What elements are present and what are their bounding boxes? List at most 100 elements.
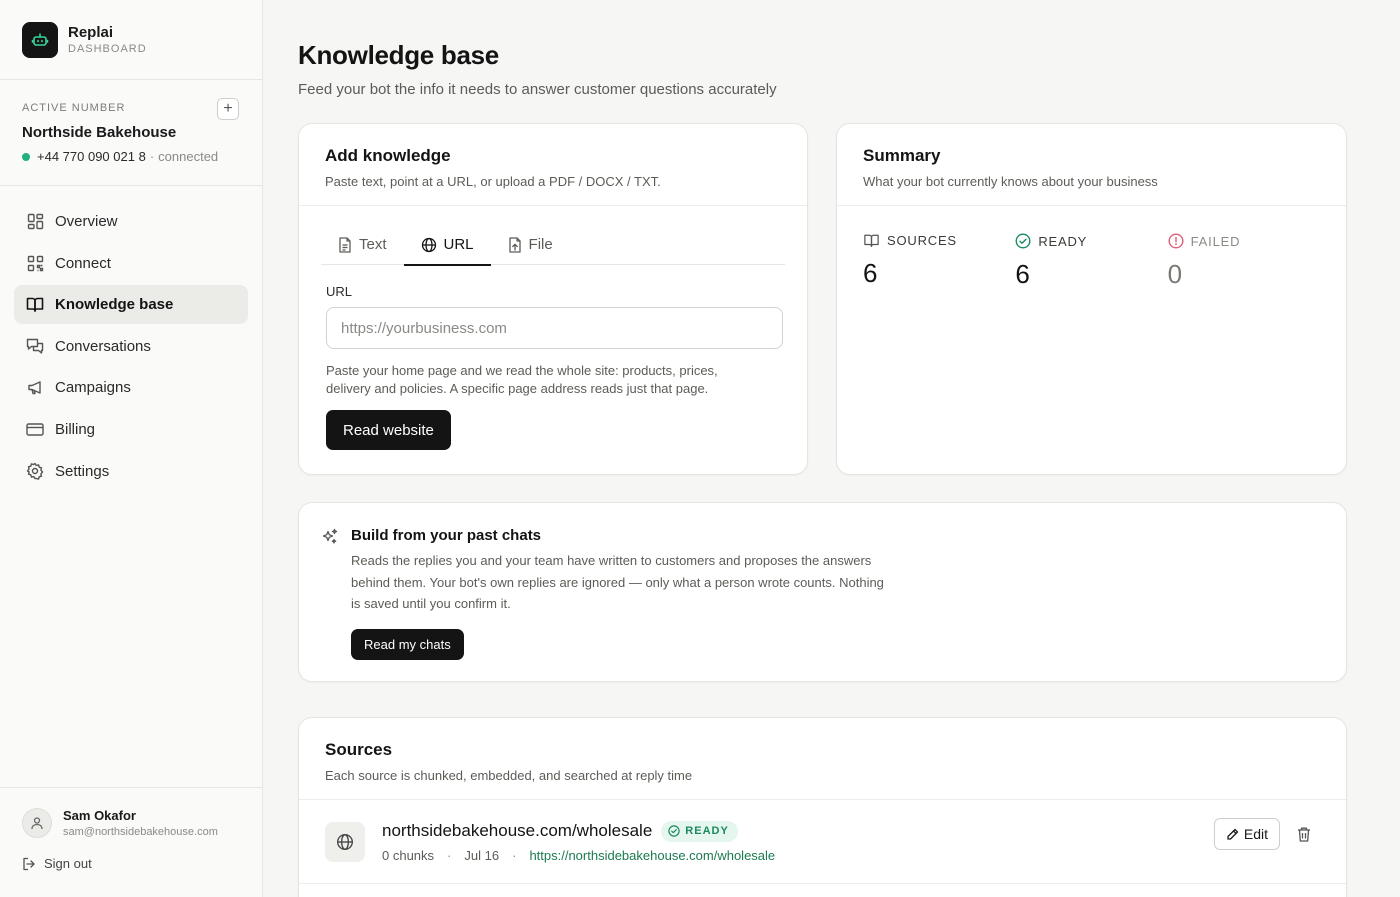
book-icon: [863, 233, 880, 248]
url-input[interactable]: [326, 307, 783, 349]
card-subtitle: What your bot currently knows about your…: [863, 174, 1158, 189]
card-icon: [26, 420, 44, 438]
summary-stats: SOURCES 6 READY 6 FAILED 0: [837, 206, 1346, 290]
globe-icon: [325, 821, 365, 862]
alert-circle-icon: [1168, 233, 1184, 249]
pencil-icon: [1226, 828, 1239, 841]
user-row: Sam Okafor sam@northsidebakehouse.com: [22, 808, 240, 838]
card-title: Summary: [863, 146, 941, 165]
past-chats-title: Build from your past chats: [351, 527, 542, 544]
sidebar-item-label: Knowledge base: [55, 296, 174, 314]
sign-out-label: Sign out: [44, 856, 92, 871]
stat-value: 0: [1167, 259, 1183, 289]
source-date: Jul 16: [464, 847, 500, 863]
add-knowledge-card: Add knowledge Paste text, point at a URL…: [298, 123, 808, 475]
stat-ready: READY 6: [1015, 233, 1167, 290]
stat-label: FAILED: [1190, 233, 1241, 249]
past-chats-description: Reads the replies you and your team have…: [351, 553, 884, 611]
separator: ·: [447, 847, 452, 863]
business-name: Northside Bakehouse: [22, 124, 177, 141]
tab-url[interactable]: URL: [403, 224, 491, 266]
user-email: sam@northsidebakehouse.com: [63, 826, 218, 838]
sidebar-item-knowledge-base[interactable]: Knowledge base: [14, 285, 248, 325]
card-subtitle: Paste text, point at a URL, or upload a …: [325, 174, 661, 189]
check-circle-icon: [1015, 233, 1031, 249]
card-header: Summary What your bot currently knows ab…: [837, 124, 1346, 206]
url-field-label: URL: [326, 284, 353, 299]
stat-label-row: FAILED: [1168, 233, 1320, 249]
sidebar-item-label: Billing: [55, 420, 96, 438]
user-panel: Sam Okafor sam@northsidebakehouse.com Si…: [0, 787, 262, 897]
sidebar-item-settings[interactable]: Settings: [14, 452, 248, 491]
sidebar: Replai DASHBOARD ACTIVE NUMBER Northside…: [0, 0, 263, 897]
card-title: Add knowledge: [325, 146, 451, 165]
source-actions: Edit: [1213, 818, 1312, 850]
stat-label: READY: [1038, 233, 1088, 249]
sidebar-item-label: Overview: [55, 213, 118, 230]
status-badge-label: READY: [685, 825, 729, 837]
card-title: Sources: [325, 740, 393, 759]
phone-status-row: +44 770 090 021 8 · connected: [22, 149, 240, 164]
connection-status: connected: [158, 149, 219, 164]
source-url-link[interactable]: https://northsidebakehouse.com/wholesale: [529, 848, 775, 863]
stat-value: 6: [1015, 259, 1030, 289]
separator: ·: [512, 847, 517, 863]
add-number-button[interactable]: +: [217, 98, 239, 120]
sources-card: Sources Each source is chunked, embedded…: [298, 717, 1347, 897]
tab-text[interactable]: Text: [321, 224, 404, 265]
stat-label: SOURCES: [887, 233, 957, 248]
source-info: northsidebakehouse.com/wholesale READY 0…: [382, 820, 775, 863]
file-upload-icon: [508, 236, 522, 253]
chat-icon: [26, 337, 44, 355]
book-icon: [26, 296, 44, 314]
sparkles-icon: [321, 527, 339, 660]
list-item: northsidebakehouse.com/wholesale READY 0…: [299, 800, 1346, 884]
tab-label: URL: [443, 236, 474, 253]
sidebar-item-billing[interactable]: Billing: [14, 410, 248, 449]
user-name: Sam Okafor: [63, 808, 136, 823]
check-circle-icon: [668, 825, 680, 837]
source-chunks: 0 chunks: [382, 847, 435, 863]
avatar: [22, 808, 52, 838]
edit-source-button[interactable]: Edit: [1213, 818, 1280, 850]
read-my-chats-button[interactable]: Read my chats: [351, 628, 464, 660]
past-chats-content: Build from your past chats Reads the rep…: [299, 503, 1346, 660]
main-content: Knowledge base Feed your bot the info it…: [298, 0, 1347, 897]
separator: ·: [149, 149, 155, 164]
status-dot: [22, 152, 30, 161]
tab-label: Text: [359, 236, 387, 253]
read-website-button[interactable]: Read website: [326, 410, 451, 450]
brand-name: Replai: [68, 24, 114, 41]
sidebar-item-campaigns[interactable]: Campaigns: [14, 368, 248, 407]
sidebar-item-label: Campaigns: [55, 379, 131, 397]
stat-label-row: READY: [1015, 233, 1167, 249]
card-subtitle: Each source is chunked, embedded, and se…: [325, 768, 693, 783]
globe-icon: [421, 237, 437, 253]
sidebar-item-conversations[interactable]: Conversations: [14, 327, 248, 366]
gear-icon: [26, 462, 44, 480]
sidebar-nav: Overview Connect Knowledge base Conversa…: [0, 186, 262, 491]
page-subtitle: Feed your bot the info it needs to answe…: [298, 81, 777, 98]
phone-number: +44 770 090 021 8: [37, 149, 146, 164]
summary-card: Summary What your bot currently knows ab…: [836, 123, 1347, 475]
brand-subtitle: DASHBOARD: [68, 43, 147, 55]
sidebar-item-overview[interactable]: Overview: [14, 202, 248, 241]
sidebar-item-connect[interactable]: Connect: [14, 244, 248, 283]
past-chats-card: Build from your past chats Reads the rep…: [298, 502, 1347, 682]
qr-icon: [26, 254, 44, 272]
status-badge: READY: [661, 820, 738, 842]
active-number-label: ACTIVE NUMBER: [22, 102, 126, 114]
page-title: Knowledge base: [298, 40, 499, 70]
card-header: Add knowledge Paste text, point at a URL…: [299, 124, 807, 206]
stat-failed: FAILED 0: [1168, 233, 1320, 290]
sign-out-link[interactable]: Sign out: [22, 856, 240, 871]
document-icon: [338, 236, 352, 253]
tab-file[interactable]: File: [491, 224, 570, 265]
stat-value: 6: [863, 258, 878, 288]
megaphone-icon: [26, 379, 44, 397]
sign-out-icon: [22, 857, 36, 871]
trash-icon[interactable]: [1296, 826, 1312, 843]
url-hint: Paste your home page and we read the who…: [326, 363, 718, 396]
sidebar-item-label: Connect: [55, 254, 111, 272]
source-meta: 0 chunks · Jul 16 · https://northsidebak…: [382, 848, 775, 863]
